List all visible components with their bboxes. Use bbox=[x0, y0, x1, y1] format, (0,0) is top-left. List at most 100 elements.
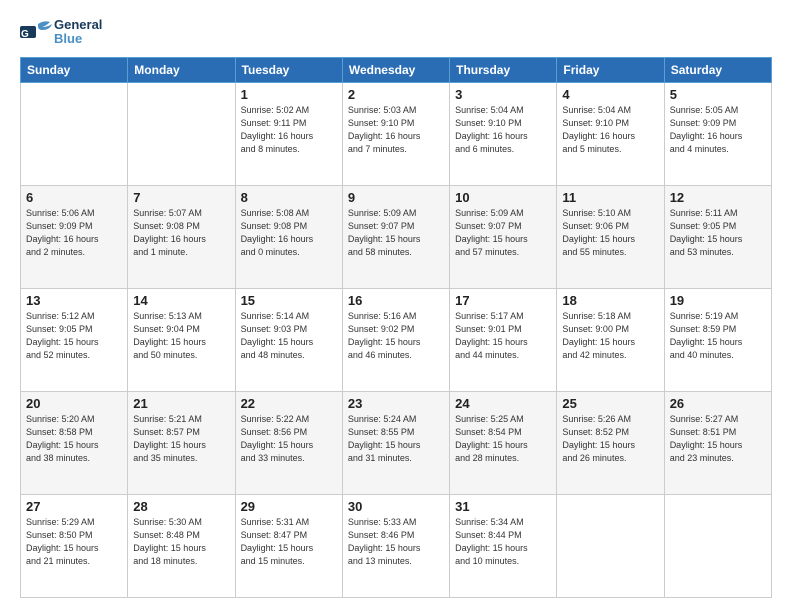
day-info: Sunrise: 5:07 AM Sunset: 9:08 PM Dayligh… bbox=[133, 207, 229, 259]
calendar-cell bbox=[557, 494, 664, 597]
calendar-cell bbox=[128, 82, 235, 185]
col-monday: Monday bbox=[128, 57, 235, 82]
calendar-cell: 7Sunrise: 5:07 AM Sunset: 9:08 PM Daylig… bbox=[128, 185, 235, 288]
day-info: Sunrise: 5:13 AM Sunset: 9:04 PM Dayligh… bbox=[133, 310, 229, 362]
day-number: 14 bbox=[133, 293, 229, 308]
day-info: Sunrise: 5:03 AM Sunset: 9:10 PM Dayligh… bbox=[348, 104, 444, 156]
day-info: Sunrise: 5:04 AM Sunset: 9:10 PM Dayligh… bbox=[562, 104, 658, 156]
col-thursday: Thursday bbox=[450, 57, 557, 82]
day-number: 4 bbox=[562, 87, 658, 102]
calendar-cell: 11 Sunrise: 5:10 AM Sunset: 9:06 PM Dayli… bbox=[557, 185, 664, 288]
calendar-cell bbox=[664, 494, 771, 597]
calendar-cell: 3Sunrise: 5:04 AM Sunset: 9:10 PM Daylig… bbox=[450, 82, 557, 185]
calendar-cell: 24Sunrise: 5:25 AM Sunset: 8:54 PM Dayli… bbox=[450, 391, 557, 494]
day-number: 6 bbox=[26, 190, 122, 205]
day-number: 8 bbox=[241, 190, 337, 205]
day-number: 28 bbox=[133, 499, 229, 514]
day-info: Sunrise: 5:17 AM Sunset: 9:01 PM Dayligh… bbox=[455, 310, 551, 362]
day-info: Sunrise: 5:24 AM Sunset: 8:55 PM Dayligh… bbox=[348, 413, 444, 465]
day-info: Sunrise: 5:27 AM Sunset: 8:51 PM Dayligh… bbox=[670, 413, 766, 465]
calendar-cell: 8 Sunrise: 5:08 AM Sunset: 9:08 PM Daylig… bbox=[235, 185, 342, 288]
calendar-cell: 13 Sunrise: 5:12 AM Sunset: 9:05 PM Dayli… bbox=[21, 288, 128, 391]
day-info: Sunrise: 5:06 AM Sunset: 9:09 PM Dayligh… bbox=[26, 207, 122, 259]
day-info: Sunrise: 5:05 AM Sunset: 9:09 PM Dayligh… bbox=[670, 104, 766, 156]
calendar-cell: 6 Sunrise: 5:06 AM Sunset: 9:09 PM Daylig… bbox=[21, 185, 128, 288]
calendar-cell: 29 Sunrise: 5:31 AM Sunset: 8:47 PM Dayli… bbox=[235, 494, 342, 597]
calendar-cell: 4 Sunrise: 5:04 AM Sunset: 9:10 PM Daylig… bbox=[557, 82, 664, 185]
svg-text:G: G bbox=[21, 29, 29, 40]
day-number: 26 bbox=[670, 396, 766, 411]
calendar-week-3: 13 Sunrise: 5:12 AM Sunset: 9:05 PM Dayli… bbox=[21, 288, 772, 391]
day-info: Sunrise: 5:21 AM Sunset: 8:57 PM Dayligh… bbox=[133, 413, 229, 465]
calendar-cell: 12Sunrise: 5:11 AM Sunset: 9:05 PM Dayli… bbox=[664, 185, 771, 288]
calendar-cell: 14 Sunrise: 5:13 AM Sunset: 9:04 PM Dayli… bbox=[128, 288, 235, 391]
calendar-cell: 5 Sunrise: 5:05 AM Sunset: 9:09 PM Daylig… bbox=[664, 82, 771, 185]
day-info: Sunrise: 5:04 AM Sunset: 9:10 PM Dayligh… bbox=[455, 104, 551, 156]
day-number: 27 bbox=[26, 499, 122, 514]
day-info: Sunrise: 5:14 AM Sunset: 9:03 PM Dayligh… bbox=[241, 310, 337, 362]
col-tuesday: Tuesday bbox=[235, 57, 342, 82]
calendar-cell: 26 Sunrise: 5:27 AM Sunset: 8:51 PM Dayli… bbox=[664, 391, 771, 494]
col-saturday: Saturday bbox=[664, 57, 771, 82]
day-info: Sunrise: 5:02 AM Sunset: 9:11 PM Dayligh… bbox=[241, 104, 337, 156]
day-number: 2 bbox=[348, 87, 444, 102]
day-info: Sunrise: 5:31 AM Sunset: 8:47 PM Dayligh… bbox=[241, 516, 337, 568]
day-number: 19 bbox=[670, 293, 766, 308]
header: G General Blue bbox=[20, 18, 772, 47]
day-info: Sunrise: 5:18 AM Sunset: 9:00 PM Dayligh… bbox=[562, 310, 658, 362]
day-info: Sunrise: 5:33 AM Sunset: 8:46 PM Dayligh… bbox=[348, 516, 444, 568]
day-info: Sunrise: 5:09 AM Sunset: 9:07 PM Dayligh… bbox=[455, 207, 551, 259]
day-info: Sunrise: 5:10 AM Sunset: 9:06 PM Dayligh… bbox=[562, 207, 658, 259]
day-info: Sunrise: 5:34 AM Sunset: 8:44 PM Dayligh… bbox=[455, 516, 551, 568]
col-friday: Friday bbox=[557, 57, 664, 82]
calendar-cell: 1 Sunrise: 5:02 AM Sunset: 9:11 PM Daylig… bbox=[235, 82, 342, 185]
day-number: 29 bbox=[241, 499, 337, 514]
day-number: 20 bbox=[26, 396, 122, 411]
calendar-cell: 20 Sunrise: 5:20 AM Sunset: 8:58 PM Dayli… bbox=[21, 391, 128, 494]
calendar-week-5: 27 Sunrise: 5:29 AM Sunset: 8:50 PM Dayli… bbox=[21, 494, 772, 597]
calendar-week-2: 6 Sunrise: 5:06 AM Sunset: 9:09 PM Daylig… bbox=[21, 185, 772, 288]
calendar-cell: 21 Sunrise: 5:21 AM Sunset: 8:57 PM Dayli… bbox=[128, 391, 235, 494]
day-number: 16 bbox=[348, 293, 444, 308]
calendar-cell: 22Sunrise: 5:22 AM Sunset: 8:56 PM Dayli… bbox=[235, 391, 342, 494]
day-number: 22 bbox=[241, 396, 337, 411]
calendar-cell: 25 Sunrise: 5:26 AM Sunset: 8:52 PM Dayli… bbox=[557, 391, 664, 494]
day-number: 30 bbox=[348, 499, 444, 514]
day-number: 17 bbox=[455, 293, 551, 308]
calendar-cell: 17 Sunrise: 5:17 AM Sunset: 9:01 PM Dayli… bbox=[450, 288, 557, 391]
col-sunday: Sunday bbox=[21, 57, 128, 82]
calendar-week-1: 1 Sunrise: 5:02 AM Sunset: 9:11 PM Daylig… bbox=[21, 82, 772, 185]
calendar-cell: 15Sunrise: 5:14 AM Sunset: 9:03 PM Dayli… bbox=[235, 288, 342, 391]
day-number: 18 bbox=[562, 293, 658, 308]
calendar-week-4: 20 Sunrise: 5:20 AM Sunset: 8:58 PM Dayli… bbox=[21, 391, 772, 494]
day-info: Sunrise: 5:19 AM Sunset: 8:59 PM Dayligh… bbox=[670, 310, 766, 362]
calendar-cell: 9 Sunrise: 5:09 AM Sunset: 9:07 PM Daylig… bbox=[342, 185, 449, 288]
logo-icon: G bbox=[20, 18, 52, 46]
day-info: Sunrise: 5:29 AM Sunset: 8:50 PM Dayligh… bbox=[26, 516, 122, 568]
calendar-cell: 10Sunrise: 5:09 AM Sunset: 9:07 PM Dayli… bbox=[450, 185, 557, 288]
calendar-cell: 23Sunrise: 5:24 AM Sunset: 8:55 PM Dayli… bbox=[342, 391, 449, 494]
day-number: 25 bbox=[562, 396, 658, 411]
day-number: 13 bbox=[26, 293, 122, 308]
logo-general: General bbox=[54, 18, 102, 32]
logo: G General Blue bbox=[20, 18, 102, 47]
day-info: Sunrise: 5:26 AM Sunset: 8:52 PM Dayligh… bbox=[562, 413, 658, 465]
day-info: Sunrise: 5:16 AM Sunset: 9:02 PM Dayligh… bbox=[348, 310, 444, 362]
calendar-header-row: Sunday Monday Tuesday Wednesday Thursday… bbox=[21, 57, 772, 82]
day-number: 21 bbox=[133, 396, 229, 411]
calendar-cell: 30 Sunrise: 5:33 AM Sunset: 8:46 PM Dayli… bbox=[342, 494, 449, 597]
col-wednesday: Wednesday bbox=[342, 57, 449, 82]
calendar-cell: 2 Sunrise: 5:03 AM Sunset: 9:10 PM Daylig… bbox=[342, 82, 449, 185]
day-number: 11 bbox=[562, 190, 658, 205]
day-info: Sunrise: 5:08 AM Sunset: 9:08 PM Dayligh… bbox=[241, 207, 337, 259]
day-number: 9 bbox=[348, 190, 444, 205]
day-number: 1 bbox=[241, 87, 337, 102]
day-info: Sunrise: 5:12 AM Sunset: 9:05 PM Dayligh… bbox=[26, 310, 122, 362]
calendar-cell: 27 Sunrise: 5:29 AM Sunset: 8:50 PM Dayli… bbox=[21, 494, 128, 597]
calendar-cell: 31Sunrise: 5:34 AM Sunset: 8:44 PM Dayli… bbox=[450, 494, 557, 597]
day-number: 5 bbox=[670, 87, 766, 102]
day-info: Sunrise: 5:20 AM Sunset: 8:58 PM Dayligh… bbox=[26, 413, 122, 465]
logo-blue: Blue bbox=[54, 32, 102, 46]
day-info: Sunrise: 5:09 AM Sunset: 9:07 PM Dayligh… bbox=[348, 207, 444, 259]
calendar-table: Sunday Monday Tuesday Wednesday Thursday… bbox=[20, 57, 772, 598]
